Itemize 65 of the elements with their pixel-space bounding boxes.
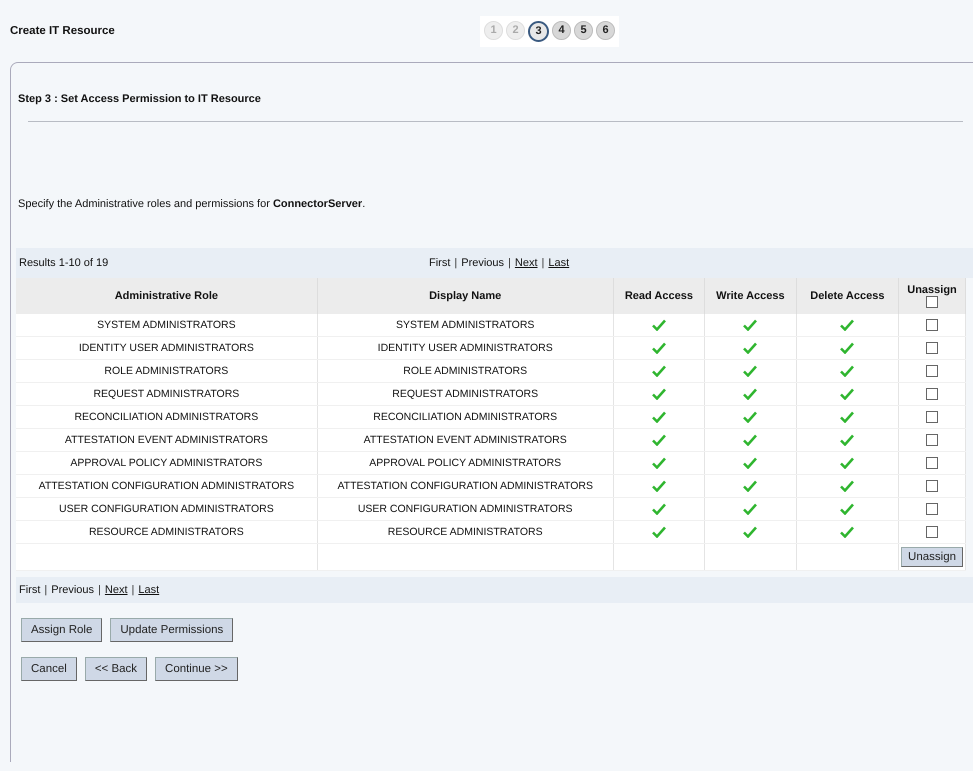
nav-button[interactable]: Continue >> — [155, 657, 238, 681]
column-header: Display Name — [317, 278, 614, 314]
pager-link[interactable]: Last — [548, 257, 570, 269]
column-header-label: Unassign — [906, 284, 958, 296]
table-cell: IDENTITY USER ADMINISTRATORS — [16, 336, 318, 360]
checkbox[interactable] — [926, 296, 938, 308]
step-indicator[interactable]: 5 — [574, 20, 593, 40]
column-header: Write Access — [704, 278, 796, 314]
pager-text: First — [19, 584, 40, 596]
checkbox[interactable] — [926, 434, 938, 446]
nav-button[interactable]: << Back — [84, 657, 148, 681]
column-header: Read Access — [613, 278, 705, 314]
table-cell: SYSTEM ADMINISTRATORS — [317, 314, 614, 336]
checkbox[interactable] — [926, 411, 938, 424]
pager-link[interactable]: Next — [514, 257, 538, 269]
checkbox[interactable] — [926, 457, 938, 470]
table-cell: APPROVAL POLICY ADMINISTRATORS — [317, 452, 614, 474]
pager-text: Previous — [461, 257, 504, 269]
action-button[interactable]: Update Permissions — [110, 618, 234, 642]
column-header: Administrative Role — [16, 278, 318, 314]
table-cell: RESOURCE ADMINISTRATORS — [16, 520, 318, 544]
pager-separator: | — [454, 257, 458, 269]
pager-separator: | — [98, 584, 101, 596]
nav-button[interactable]: Cancel — [21, 657, 77, 681]
table-cell: ATTESTATION EVENT ADMINISTRATORS — [16, 428, 318, 452]
pager-text: First — [429, 257, 450, 269]
table-cell: ATTESTATION CONFIGURATION ADMINISTRATORS — [16, 474, 318, 498]
results-count: Results 1-10 of 19 — [19, 257, 110, 269]
description-text: Specify the Administrative roles and permissions for ConnectorServer. — [17, 198, 366, 210]
pager-separator: | — [132, 584, 134, 596]
table-cell: RECONCILIATION ADMINISTRATORS — [16, 406, 318, 428]
checkbox[interactable] — [926, 319, 938, 332]
table-cell: RESOURCE ADMINISTRATORS — [317, 520, 614, 544]
pager-separator: | — [44, 584, 48, 596]
pager-link[interactable]: Last — [138, 584, 160, 596]
pager-separator: | — [508, 257, 511, 269]
checkbox[interactable] — [926, 480, 938, 492]
step-heading: Step 3 : Set Access Permission to IT Resource — [17, 93, 262, 105]
table-cell: ATTESTATION CONFIGURATION ADMINISTRATORS — [317, 474, 614, 498]
table-cell: USER CONFIGURATION ADMINISTRATORS — [16, 498, 318, 520]
pager-separator: | — [542, 257, 544, 269]
checkbox[interactable] — [926, 503, 938, 516]
table-cell: USER CONFIGURATION ADMINISTRATORS — [317, 498, 614, 520]
table-cell: ROLE ADMINISTRATORS — [16, 360, 318, 382]
table-cell: REQUEST ADMINISTRATORS — [317, 382, 614, 406]
pager-text: Previous — [51, 584, 94, 596]
checkbox[interactable] — [926, 526, 938, 538]
table-cell: RECONCILIATION ADMINISTRATORS — [317, 406, 614, 428]
checkbox[interactable] — [926, 365, 938, 378]
step-indicator[interactable]: 3 — [528, 20, 549, 42]
pager-link[interactable]: Next — [104, 584, 128, 596]
column-header: Delete Access — [796, 278, 899, 314]
table-cell: SYSTEM ADMINISTRATORS — [16, 314, 318, 336]
action-button[interactable]: Assign Role — [21, 618, 102, 642]
checkbox[interactable] — [926, 342, 938, 354]
table-cell: IDENTITY USER ADMINISTRATORS — [317, 336, 614, 360]
unassign-button[interactable]: Unassign — [901, 547, 963, 567]
table-cell: APPROVAL POLICY ADMINISTRATORS — [16, 452, 318, 474]
page-title: Create IT Resource — [10, 25, 116, 37]
checkbox[interactable] — [926, 388, 938, 400]
table-cell: ATTESTATION EVENT ADMINISTRATORS — [317, 428, 614, 452]
step-indicator[interactable]: 4 — [552, 20, 571, 40]
table-cell: ROLE ADMINISTRATORS — [317, 360, 614, 382]
step-indicator[interactable]: 6 — [596, 20, 615, 40]
table-cell: REQUEST ADMINISTRATORS — [16, 382, 318, 406]
